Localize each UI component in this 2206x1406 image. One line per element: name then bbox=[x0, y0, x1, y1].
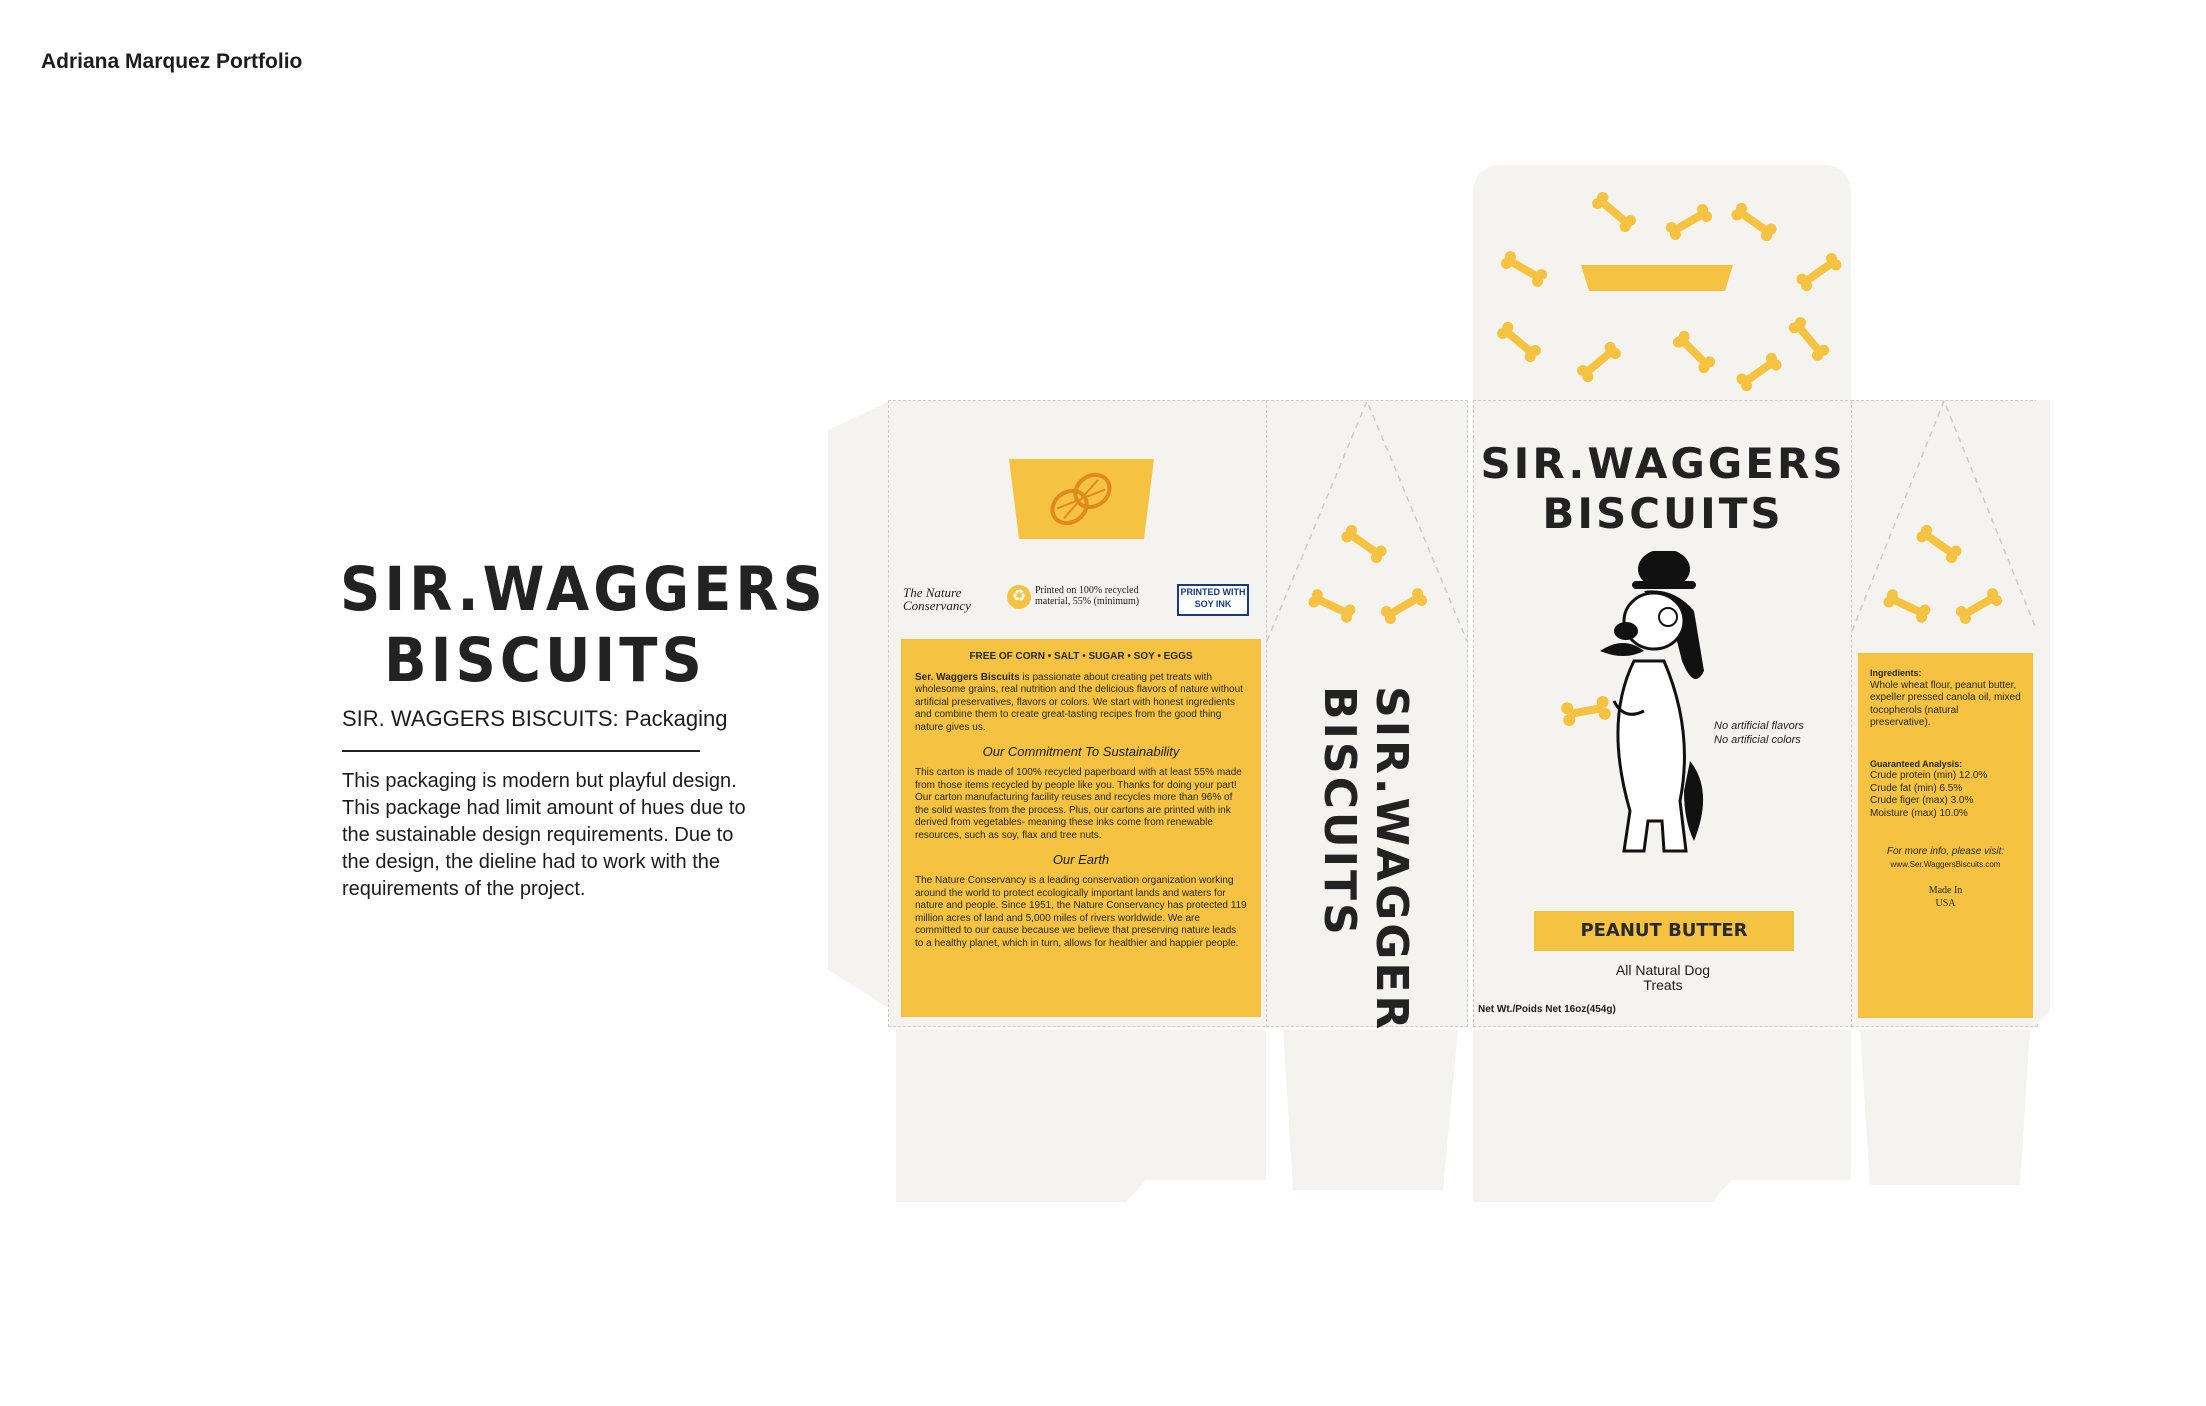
analysis-row: Crude protein (min) 12.0% bbox=[1870, 770, 1988, 781]
project-subtitle: SIR. WAGGERS BISCUITS: Packaging bbox=[342, 706, 728, 731]
project-description: This packaging is modern but playful des… bbox=[342, 770, 746, 900]
no-artificial-claims: No artificial flavors No artificial colo… bbox=[1714, 719, 1804, 747]
soy-ink-logo: PRINTED WITH SOY INK bbox=[1177, 584, 1249, 616]
earth-text: The Nature Conservancy is a leading cons… bbox=[915, 875, 1247, 949]
subtitle-divider bbox=[342, 750, 700, 752]
brand-logo-line2: BISCUITS bbox=[384, 626, 706, 697]
back-bottom-flap bbox=[896, 1030, 1266, 1202]
brand-logo: SIR.WAGGERS BISCUITS bbox=[340, 555, 827, 698]
no-colors-text: No artificial colors bbox=[1714, 734, 1801, 746]
back-panel: The Nature Conservancy ♻ Printed on 100%… bbox=[888, 400, 1275, 1027]
nutrition-box: Ingredients: Whole wheat flour, peanut b… bbox=[1858, 653, 2033, 1018]
sustainability-heading: Our Commitment To Sustainability bbox=[982, 744, 1180, 759]
side-panel-right: Ingredients: Whole wheat flour, peanut b… bbox=[1851, 400, 2038, 1027]
analysis-label: Guaranteed Analysis: bbox=[1870, 758, 1963, 769]
side-left-triangle bbox=[1267, 401, 1467, 641]
peanut-badge bbox=[1009, 459, 1154, 539]
front-bottom-flap bbox=[1473, 1030, 1851, 1202]
side-left-bottom-flap bbox=[1283, 1030, 1458, 1190]
dog-mascot-illustration bbox=[1561, 551, 1704, 853]
glue-flap-left bbox=[828, 400, 892, 1010]
made-in-country: USA bbox=[1935, 897, 1956, 909]
earth-heading: Our Earth bbox=[1052, 852, 1110, 867]
side-title: SIR.WAGGERS BISCUITS bbox=[1313, 686, 1417, 1067]
side-right-bottom-flap bbox=[1860, 1030, 2030, 1185]
brand-logo-line1: SIR.WAGGERS bbox=[340, 554, 827, 625]
website-url: www.Ser.WaggersBiscuits.com bbox=[1890, 859, 2001, 869]
sustainability-text: This carton is made of 100% recycled pap… bbox=[915, 767, 1242, 841]
recycle-icon: ♻ bbox=[1007, 585, 1031, 609]
ingredients-label: Ingredients: bbox=[1870, 668, 1922, 678]
top-flap-band bbox=[1581, 265, 1733, 291]
ingredients-text: Whole wheat flour, peanut butter, expell… bbox=[1870, 679, 2021, 729]
intro-brand: Ser. Waggers Biscuits bbox=[915, 671, 1020, 683]
no-flavors-text: No artificial flavors bbox=[1714, 720, 1804, 732]
portfolio-title: Adriana Marquez Portfolio bbox=[41, 50, 303, 73]
analysis-row: Crude figer (max) 3.0% bbox=[1870, 795, 1974, 806]
net-weight: Net Wt./Poids Net 16oz(454g) bbox=[1478, 1004, 1616, 1015]
side-right-triangle bbox=[1852, 401, 2037, 631]
analysis-row: Moisture (max) 10.0% bbox=[1870, 807, 1968, 819]
front-tagline: All Natural Dog Treats bbox=[1474, 963, 1852, 993]
analysis-row: Crude fat (min) 6.5% bbox=[1870, 782, 1963, 794]
side-panel-left: SIR.WAGGERS BISCUITS bbox=[1266, 400, 1468, 1067]
recycled-note: Printed on 100% recycled material, 55% (… bbox=[1035, 585, 1140, 607]
front-title: SIR.WAGGERS BISCUITS bbox=[1474, 439, 1852, 539]
packaging-dieline: The Nature Conservancy ♻ Printed on 100%… bbox=[828, 165, 2050, 1205]
side-title-line1: SIR.WAGGERS bbox=[1366, 686, 1417, 1067]
made-in-label: Made In bbox=[1928, 885, 1963, 896]
front-title-line2: BISCUITS bbox=[1542, 489, 1784, 538]
flavor-banner: PEANUT BUTTER bbox=[1534, 911, 1794, 951]
tagline-line1: All Natural Dog bbox=[1615, 962, 1711, 978]
nature-conservancy-logo: The Nature Conservancy bbox=[903, 585, 971, 613]
tagline-line2: Treats bbox=[1643, 977, 1683, 993]
front-title-line1: SIR.WAGGERS bbox=[1480, 439, 1846, 488]
back-info-box: FREE OF CORN • SALT • SUGAR • SOY • EGGS… bbox=[901, 639, 1261, 1017]
free-of-list: FREE OF CORN • SALT • SUGAR • SOY • EGGS bbox=[969, 651, 1193, 662]
intro-text: Ser. Waggers Biscuits is passionate abou… bbox=[915, 672, 1247, 735]
more-info-text: For more info, please visit: bbox=[1886, 846, 2005, 857]
side-title-line2: BISCUITS bbox=[1314, 686, 1365, 938]
front-panel: SIR.WAGGERS BISCUITS No artificial flavo… bbox=[1473, 400, 1853, 1027]
glue-flap-right bbox=[2036, 400, 2050, 1025]
